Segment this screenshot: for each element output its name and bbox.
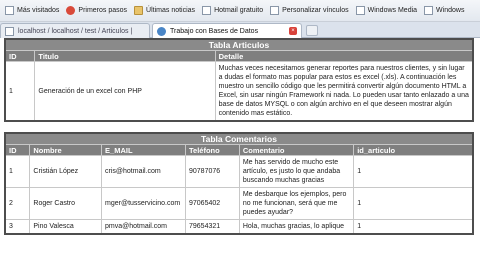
articulos-table: Tabla Articulos ID Titulo Detalle 1 Gene… — [4, 38, 474, 122]
cell-nombre: Pino Valesca — [29, 219, 103, 235]
page-icon — [270, 6, 280, 15]
bookmark-label: Personalizar vínculos — [282, 7, 349, 14]
page-icon — [202, 6, 212, 15]
bookmark-personalizar[interactable]: Personalizar vínculos — [267, 3, 352, 19]
cell-id: 1 — [4, 155, 31, 188]
feed-folder-icon — [134, 6, 144, 15]
cell-telefono: 97065402 — [185, 187, 240, 220]
firefox-icon — [66, 6, 76, 15]
page-content: Tabla Articulos ID Titulo Detalle 1 Gene… — [4, 38, 480, 270]
tab-label: Trabajo con Bases de Datos — [170, 27, 259, 35]
cell-telefono: 90787076 — [185, 155, 240, 188]
star-page-icon — [5, 6, 14, 15]
bookmark-label: Primeros pasos — [78, 7, 128, 14]
column-header: ID — [4, 144, 31, 156]
bookmark-hotmail[interactable]: Hotmail gratuito — [199, 3, 266, 19]
bookmark-windows-media[interactable]: Windows Media — [353, 3, 420, 19]
bookmark-label: Windows — [436, 7, 465, 14]
cell-email: mger@tusservicino.com — [101, 187, 186, 220]
cell-id-articulo: 1 — [353, 219, 474, 235]
page-icon — [424, 6, 434, 15]
page-icon — [5, 26, 14, 36]
table-row: 3 Pino Valesca pmva@hotmail.com 79654321… — [4, 219, 474, 235]
cell-detalle: Muchas veces necesitamos generar reporte… — [214, 61, 474, 122]
bookmark-label: Windows Media — [367, 7, 418, 14]
column-header: Teléfono — [185, 144, 240, 156]
cell-titulo: Generación de un excel con PHP — [34, 61, 216, 122]
close-icon[interactable]: × — [289, 27, 297, 35]
articulos-title: Tabla Articulos — [5, 39, 473, 51]
cell-nombre: Cristián López — [29, 155, 103, 188]
bookmark-windows[interactable]: Windows — [421, 3, 467, 19]
column-header: Detalle — [214, 50, 474, 62]
cell-telefono: 79654321 — [185, 219, 240, 235]
tab-phpmyadmin[interactable]: localhost / localhost / test / Articulos… — [0, 23, 150, 38]
bookmark-ultimas-noticias[interactable]: Últimas noticias — [131, 3, 198, 19]
cell-email: cris@hotmail.com — [101, 155, 186, 188]
cell-comentario: Me desbarque los ejemplos, pero no me fu… — [238, 187, 355, 220]
bookmark-primeros-pasos[interactable]: Primeros pasos — [63, 3, 130, 19]
column-header: E_MAIL — [101, 144, 186, 156]
column-header: ID — [4, 50, 36, 62]
new-tab-button[interactable] — [306, 25, 318, 36]
comentarios-title: Tabla Comentarios — [5, 133, 473, 145]
column-header: Titulo — [34, 50, 216, 62]
cell-id-articulo: 1 — [353, 187, 474, 220]
cell-id: 3 — [4, 219, 31, 235]
cell-email: pmva@hotmail.com — [101, 219, 186, 235]
page-icon — [157, 26, 166, 36]
table-row: 2 Roger Castro mger@tusservicino.com 970… — [4, 187, 474, 220]
cell-comentario: Me has servido de mucho este artículo, e… — [238, 155, 355, 188]
cell-id: 2 — [4, 187, 31, 220]
page-icon — [355, 6, 365, 15]
tab-trabajo-bases-datos[interactable]: Trabajo con Bases de Datos × — [152, 23, 302, 38]
column-header: Comentario — [238, 144, 355, 156]
bookmark-label: Más visitados — [17, 7, 60, 14]
table-row: 1 Cristián López cris@hotmail.com 907870… — [4, 155, 474, 188]
cell-nombre: Roger Castro — [29, 187, 103, 220]
cell-id-articulo: 1 — [353, 155, 474, 188]
cell-comentario: Hola, muchas gracias, lo aplique — [238, 219, 355, 235]
column-header: id_articulo — [353, 144, 474, 156]
cell-id: 1 — [4, 61, 36, 122]
bookmark-mas-visitados[interactable]: Más visitados — [2, 3, 62, 19]
column-header: Nombre — [29, 144, 103, 156]
bookmark-label: Hotmail gratuito — [214, 7, 264, 14]
tab-label: localhost / localhost / test / Articulos… — [18, 27, 133, 35]
comentarios-table: Tabla Comentarios ID Nombre E_MAIL Teléf… — [4, 132, 474, 235]
bookmarks-toolbar: Más visitados Primeros pasos Últimas not… — [0, 0, 480, 22]
bookmark-label: Últimas noticias — [146, 7, 196, 14]
table-row: 1 Generación de un excel con PHP Muchas … — [4, 61, 474, 122]
tab-bar: localhost / localhost / test / Articulos… — [0, 22, 480, 38]
